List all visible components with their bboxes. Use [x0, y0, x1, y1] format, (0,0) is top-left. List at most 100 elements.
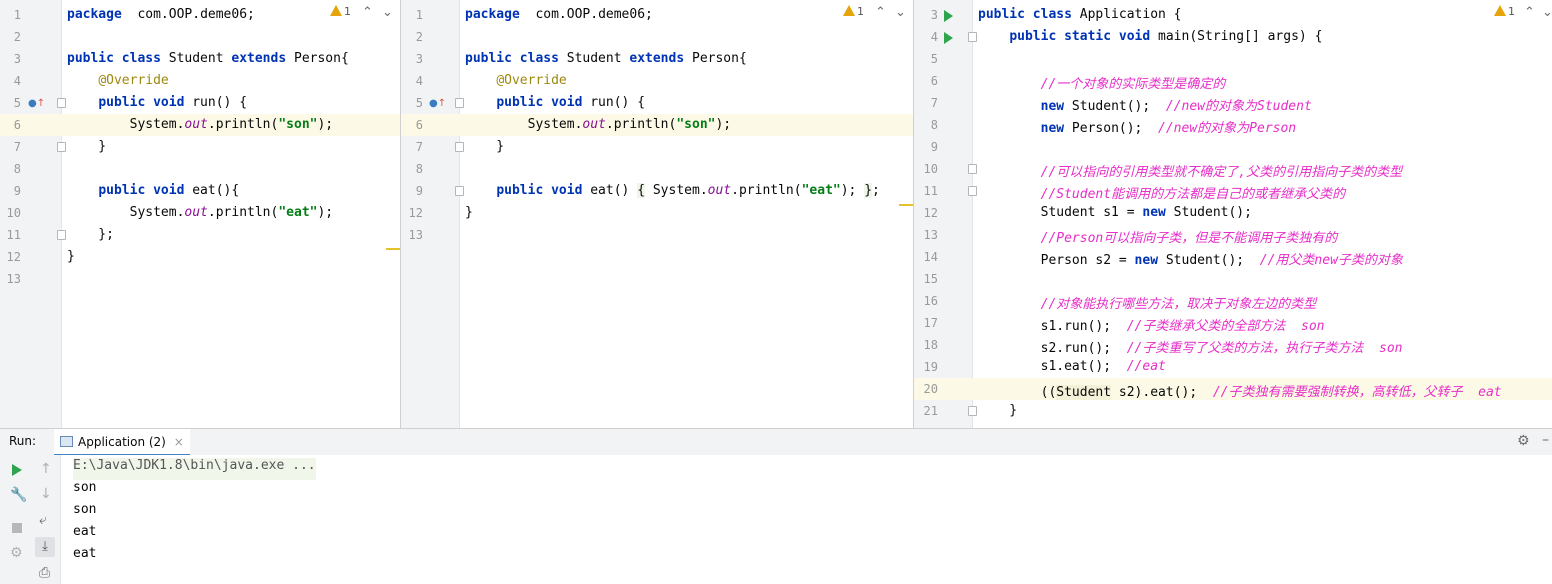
run-gutter-icon[interactable]: [944, 10, 953, 22]
code-line[interactable]: 5: [914, 48, 1552, 70]
code-text: }: [465, 205, 473, 220]
fold-icon[interactable]: [57, 230, 66, 240]
code-line[interactable]: 19 s1.eat(); //eat: [914, 356, 1552, 378]
fold-icon[interactable]: [968, 186, 977, 196]
chevron-down-icon[interactable]: ⌄: [895, 5, 906, 20]
code-line[interactable]: 13: [401, 224, 913, 246]
code-line[interactable]: 3 public class Application {: [914, 4, 1552, 26]
gear-icon[interactable]: ⚙: [1517, 433, 1530, 449]
run-tab-application[interactable]: Application (2) ×: [54, 429, 190, 456]
code-line[interactable]: 5 ●↑ public void run() {: [401, 92, 913, 114]
code-token: //用父类new子类的对象: [1259, 253, 1403, 268]
warning-indicator[interactable]: 1: [330, 5, 351, 18]
code-line[interactable]: 3 public class Student extends Person{: [0, 48, 400, 70]
code-token: //子类独有需要强制转换，高转低，父转子 eat: [1212, 385, 1502, 400]
code-line[interactable]: 3 public class Student extends Person{: [401, 48, 913, 70]
code-line[interactable]: 6 //一个对象的实际类型是确定的: [914, 70, 1552, 92]
fold-icon[interactable]: [455, 98, 464, 108]
code-line[interactable]: 12 Student s1 = new Student();: [914, 202, 1552, 224]
code-text: System.out.println("eat");: [67, 205, 334, 220]
code-line[interactable]: 8: [401, 158, 913, 180]
warning-indicator[interactable]: 1: [843, 5, 864, 18]
code-line[interactable]: 1 package com.OOP.deme06;: [401, 4, 913, 26]
code-line[interactable]: 18 s2.run(); //子类重写了父类的方法，执行子类方法 son: [914, 334, 1552, 356]
fold-icon[interactable]: [968, 32, 977, 42]
code-line[interactable]: 7 new Student(); //new的对象为Student: [914, 92, 1552, 114]
code-line[interactable]: 5 ●↑ public void run() {: [0, 92, 400, 114]
scroll-to-end-icon[interactable]: ⤓: [35, 537, 55, 557]
code-line[interactable]: 10 System.out.println("eat");: [0, 202, 400, 224]
code-line[interactable]: 4 public static void main(String[] args)…: [914, 26, 1552, 48]
close-icon[interactable]: ×: [174, 435, 184, 449]
arrow-down-icon[interactable]: ↓: [40, 486, 52, 502]
code-line[interactable]: 17 s1.run(); //子类继承父类的全部方法 son: [914, 312, 1552, 334]
code-line[interactable]: 21 }: [914, 400, 1552, 422]
code-text: public class Student extends Person{: [67, 51, 349, 66]
stop-icon[interactable]: [12, 523, 22, 533]
chevron-up-icon[interactable]: ⌃: [875, 5, 886, 20]
line-number: 2: [13, 30, 21, 44]
print-icon[interactable]: ⎙: [39, 565, 50, 581]
code-line[interactable]: 2: [401, 26, 913, 48]
fold-icon[interactable]: [455, 142, 464, 152]
console-output[interactable]: E:\Java\JDK1.8\bin\java.exe ... son son eat…: [61, 455, 1552, 584]
code-line[interactable]: 13: [0, 268, 400, 290]
fold-icon[interactable]: [968, 164, 977, 174]
line-number: 2: [415, 30, 423, 44]
code-line[interactable]: 11 };: [0, 224, 400, 246]
code-line[interactable]: 12}: [401, 202, 913, 224]
editor-pane-student-1[interactable]: 1 package com.OOP.deme06; 2 3 public class S…: [0, 0, 400, 428]
arrow-up-icon[interactable]: ↑: [40, 461, 52, 477]
minimize-icon[interactable]: –: [1542, 432, 1549, 448]
code-line[interactable]: 9: [914, 136, 1552, 158]
run-actions-bar: 🔧 ⚙: [0, 455, 33, 584]
code-line[interactable]: 9 public void eat() { System.out.println…: [401, 180, 913, 202]
code-token: package: [465, 7, 520, 22]
code-token: Student s1 =: [978, 205, 1143, 220]
run-gutter-icon[interactable]: [944, 32, 953, 44]
line-number: 8: [13, 162, 21, 176]
warning-indicator[interactable]: 1: [1494, 5, 1515, 18]
code-line[interactable]: 7 }: [401, 136, 913, 158]
override-marker-icon[interactable]: ●↑: [429, 98, 446, 109]
code-text: }: [67, 249, 75, 264]
editor-pane-student-2[interactable]: 1 package com.OOP.deme06; 2 3 public class S…: [401, 0, 913, 428]
code-text: s1.run(); //子类继承父类的全部方法 son: [978, 315, 1325, 334]
fold-expand-icon[interactable]: [455, 186, 464, 196]
code-line[interactable]: 8 new Person(); //new的对象为Person: [914, 114, 1552, 136]
soft-wrap-icon[interactable]: ⤶: [39, 512, 47, 528]
code-line[interactable]: 11 //Student能调用的方法都是自己的或者继承父类的: [914, 180, 1552, 202]
fold-icon[interactable]: [57, 98, 66, 108]
code-line[interactable]: 15: [914, 268, 1552, 290]
code-token: Student();: [1165, 205, 1252, 220]
settings-gear-icon[interactable]: ⚙: [10, 545, 23, 561]
code-line[interactable]: 14 Person s2 = new Student(); //用父类new子类…: [914, 246, 1552, 268]
code-line[interactable]: 4 @Override: [401, 70, 913, 92]
chevron-down-icon[interactable]: ⌄: [1542, 5, 1552, 20]
code-line[interactable]: 10 //可以指向的引用类型就不确定了,父类的引用指向子类的类型: [914, 158, 1552, 180]
code-line[interactable]: 7 }: [0, 136, 400, 158]
chevron-down-icon[interactable]: ⌄: [382, 5, 393, 20]
chevron-up-icon[interactable]: ⌃: [1524, 5, 1535, 20]
code-token: }: [465, 205, 473, 220]
code-line[interactable]: 6 System.out.println("son");: [401, 114, 913, 136]
code-line[interactable]: 12}: [0, 246, 400, 268]
fold-icon[interactable]: [968, 406, 977, 416]
code-token: out: [184, 117, 208, 132]
wrench-icon[interactable]: 🔧: [10, 487, 27, 503]
code-line[interactable]: 13 //Person可以指向子类，但是不能调用子类独有的: [914, 224, 1552, 246]
override-marker-icon[interactable]: ●↑: [28, 98, 45, 109]
code-line[interactable]: 9 public void eat(){: [0, 180, 400, 202]
code-line[interactable]: 4 @Override: [0, 70, 400, 92]
code-line[interactable]: 6 System.out.println("son");: [0, 114, 400, 136]
code-text: @Override: [67, 73, 168, 88]
code-line[interactable]: 2: [0, 26, 400, 48]
code-line[interactable]: 16 //对象能执行哪些方法，取决于对象左边的类型: [914, 290, 1552, 312]
code-line[interactable]: 8: [0, 158, 400, 180]
code-line[interactable]: 20 ((Student s2).eat(); //子类独有需要强制转换，高转低…: [914, 378, 1552, 400]
chevron-up-icon[interactable]: ⌃: [362, 5, 373, 20]
fold-icon[interactable]: [57, 142, 66, 152]
rerun-icon[interactable]: [12, 464, 22, 476]
editor-pane-application[interactable]: 3 public class Application {4 public stat…: [914, 0, 1552, 428]
